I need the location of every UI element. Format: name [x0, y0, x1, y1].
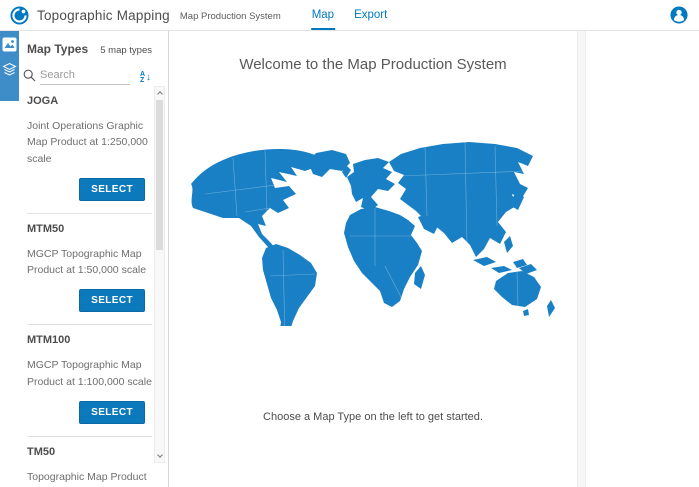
tab-export[interactable]: Export [353, 0, 388, 30]
app-logo-icon [10, 6, 29, 25]
app-subtitle: Map Production System [180, 9, 281, 22]
sort-letter-z: Z [140, 78, 145, 84]
map-type-name: TM50 [27, 446, 152, 458]
map-type-description: Topographic Map Product at 1:50,000 scal… [27, 469, 152, 487]
select-button-joga[interactable]: SELECT [79, 178, 145, 201]
welcome-heading: Welcome to the Map Production System [169, 56, 577, 73]
app-header: Topographic Mapping Map Production Syste… [0, 0, 699, 31]
chevron-up-icon[interactable] [157, 91, 163, 97]
map-preview-icon[interactable] [2, 37, 17, 52]
main-area: Welcome to the Map Production System [169, 31, 699, 487]
layers-icon[interactable] [2, 62, 17, 77]
select-button-mtm50[interactable]: SELECT [79, 289, 145, 312]
search-input[interactable] [40, 67, 130, 85]
map-types-panel: Map Types 5 map types A Z ↓ JOGA Joint O… [0, 31, 169, 487]
scrollbar-thumb[interactable] [156, 100, 163, 250]
welcome-view: Welcome to the Map Production System [169, 31, 577, 487]
panel-title: Map Types [27, 42, 88, 56]
sort-arrow: ↓ [146, 73, 151, 83]
map-type-list: JOGA Joint Operations Graphic Map Produc… [0, 86, 152, 487]
header-tabs: Map Export [311, 0, 389, 30]
search-icon [23, 69, 36, 82]
instruction-text: Choose a Map Type on the left to get sta… [169, 411, 577, 423]
sort-a-z-icon[interactable]: A Z ↓ [140, 72, 151, 85]
tab-map[interactable]: Map [311, 0, 335, 30]
list-item-tm50: TM50 Topographic Map Product at 1:50,000… [27, 437, 152, 487]
list-item-mtm100: MTM100 MGCP Topographic Map Product at 1… [27, 325, 152, 437]
main-scrollbar[interactable] [577, 31, 586, 487]
map-type-count: 5 map types [100, 45, 152, 56]
chevron-down-icon[interactable] [157, 452, 163, 458]
map-type-description: MGCP Topographic Map Product at 1:50,000… [27, 246, 152, 279]
panel-header: Map Types 5 map types [0, 31, 168, 56]
sidebar-scrollbar[interactable] [154, 86, 165, 463]
world-map-image [175, 116, 571, 326]
map-type-name: MTM100 [27, 334, 152, 346]
select-button-mtm100[interactable]: SELECT [79, 401, 145, 424]
map-type-name: JOGA [27, 95, 152, 107]
search-row: A Z ↓ [23, 67, 151, 85]
list-item-mtm50: MTM50 MGCP Topographic Map Product at 1:… [27, 214, 152, 326]
map-type-name: MTM50 [27, 223, 152, 235]
map-type-description: Joint Operations Graphic Map Product at … [27, 118, 152, 167]
list-item-joga: JOGA Joint Operations Graphic Map Produc… [27, 86, 152, 214]
user-avatar-icon[interactable] [670, 6, 688, 24]
map-type-description: MGCP Topographic Map Product at 1:100,00… [27, 357, 152, 390]
page-body: Map Types 5 map types A Z ↓ JOGA Joint O… [0, 31, 699, 487]
app-title: Topographic Mapping [37, 8, 170, 23]
